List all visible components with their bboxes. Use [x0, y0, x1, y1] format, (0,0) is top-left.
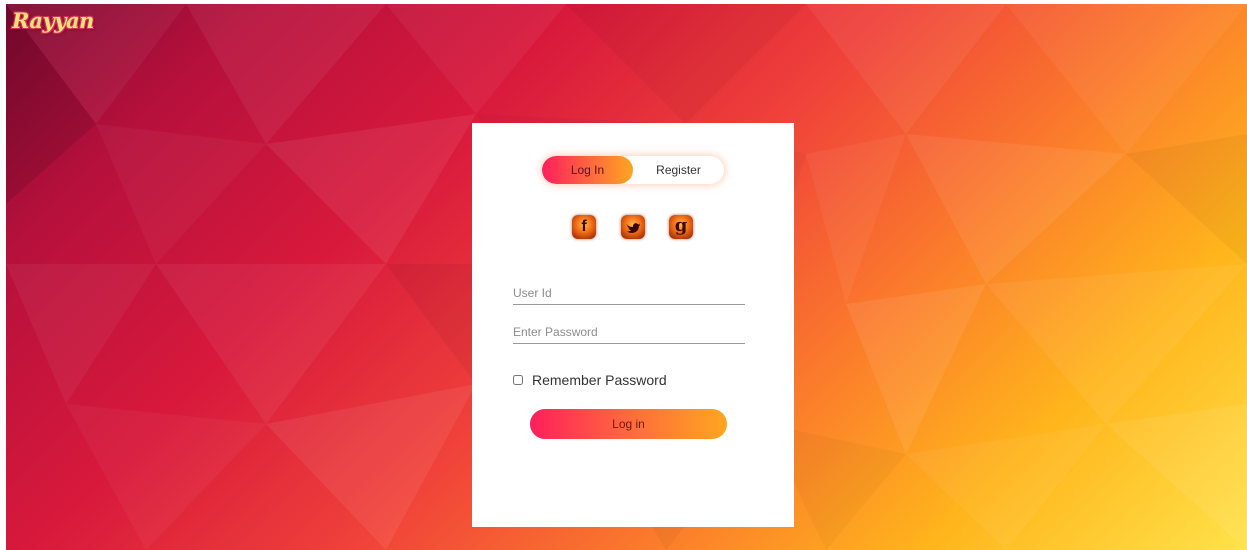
auth-tabs: Log In Register	[542, 156, 724, 184]
facebook-icon: f	[581, 218, 587, 235]
facebook-login-button[interactable]: f	[572, 215, 596, 239]
remember-password-row: Remember Password	[513, 371, 667, 389]
tab-register[interactable]: Register	[633, 156, 724, 184]
google-icon: g	[674, 215, 688, 236]
app-logo[interactable]: Rayyan	[12, 8, 94, 33]
login-submit-button[interactable]: Log in	[530, 409, 727, 439]
google-login-button[interactable]: g	[669, 215, 693, 239]
twitter-login-button[interactable]	[621, 215, 645, 239]
password-input[interactable]	[513, 321, 745, 344]
login-page: Rayyan Log In Register f g Remember Pass…	[0, 0, 1247, 550]
remember-password-label[interactable]: Remember Password	[532, 372, 667, 388]
twitter-bird-icon	[626, 223, 641, 233]
userid-input[interactable]	[513, 282, 745, 305]
tab-login[interactable]: Log In	[542, 156, 633, 184]
remember-password-checkbox[interactable]	[513, 375, 523, 385]
login-card: Log In Register f g Remember Password Lo…	[472, 123, 794, 527]
